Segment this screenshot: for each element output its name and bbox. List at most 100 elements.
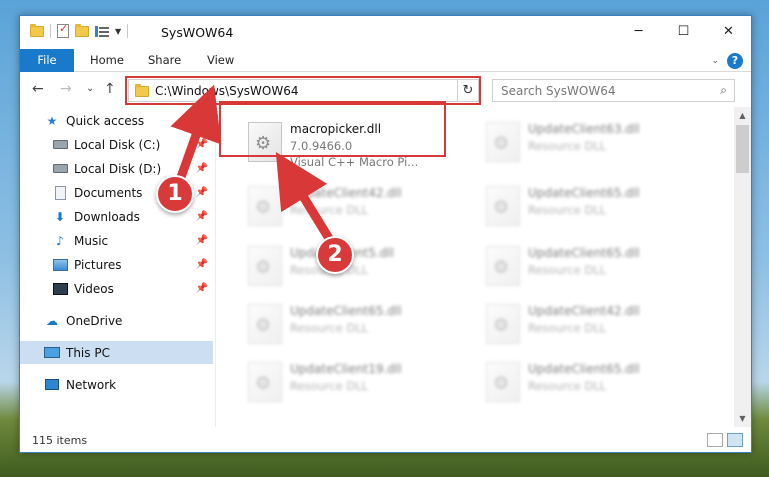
file-highlight-box: [219, 101, 446, 157]
tab-share[interactable]: Share: [148, 49, 181, 72]
sidebar-item-quick-access[interactable]: ★ Quick access: [20, 109, 213, 132]
toolbar-separator: [50, 24, 51, 38]
sidebar-item-local-disk-c[interactable]: Local Disk (C:) 📌: [20, 133, 213, 156]
new-folder-icon[interactable]: [75, 23, 89, 37]
ribbon-tabs: File Home Share View: [20, 49, 751, 72]
videos-icon: [52, 282, 68, 296]
title-bar: ▼ SysWOW64 ─ ☐ ✕: [20, 16, 751, 49]
file-tile[interactable]: UpdateClient42.dll Resource DLL: [240, 176, 465, 234]
sidebar-item-pictures[interactable]: Pictures 📌: [20, 253, 213, 276]
sidebar-item-label: Network: [66, 377, 117, 392]
scroll-up-icon[interactable]: ▲: [734, 107, 751, 124]
file-tile[interactable]: UpdateClient65.dll Resource DLL: [478, 352, 703, 410]
file-name: UpdateClient42.dll: [290, 186, 402, 200]
properties-check-icon[interactable]: [57, 22, 69, 38]
step-badge-2: 2: [316, 236, 354, 274]
sidebar-item-music[interactable]: ♪ Music 📌: [20, 229, 213, 252]
item-count: 115 items: [32, 434, 88, 447]
file-description: Resource DLL: [290, 203, 369, 217]
file-tile[interactable]: UpdateClient5.dll Resource DLL: [240, 236, 465, 294]
ribbon-right-controls: ⌄ ?: [711, 53, 743, 69]
file-name: UpdateClient65.dll: [528, 246, 640, 260]
file-name: UpdateClient65.dll: [528, 362, 640, 376]
dll-file-icon: [486, 362, 520, 402]
back-arrow-icon[interactable]: ←: [32, 81, 44, 97]
navigation-pane: ★ Quick access Local Disk (C:) 📌 Local D…: [20, 107, 215, 427]
minimize-button[interactable]: ─: [616, 16, 661, 46]
file-description: Visual C++ Macro Pi...: [290, 155, 419, 169]
dll-file-icon: [486, 186, 520, 226]
file-name: UpdateClient65.dll: [528, 186, 640, 200]
step-badge-1: 1: [156, 175, 194, 213]
scroll-thumb[interactable]: [736, 125, 749, 173]
dll-file-icon: [248, 362, 282, 402]
pin-icon: 📌: [195, 235, 208, 246]
sidebar-item-network[interactable]: Network: [20, 373, 213, 396]
dll-file-icon: [248, 186, 282, 226]
vertical-scrollbar[interactable]: ▲ ▼: [734, 107, 751, 427]
search-icon[interactable]: ⌕: [720, 83, 727, 98]
dll-file-icon: [486, 122, 520, 162]
sidebar-item-label: Videos: [74, 281, 114, 296]
dll-file-icon: [486, 246, 520, 286]
folder-icon[interactable]: [30, 23, 44, 37]
properties-list-icon[interactable]: [95, 25, 109, 38]
window-controls: ─ ☐ ✕: [616, 16, 751, 46]
computer-icon: [44, 346, 60, 360]
tiles-view-icon[interactable]: [727, 433, 743, 447]
sidebar-item-label: Downloads: [74, 209, 140, 224]
sidebar-item-label: Local Disk (C:): [74, 137, 161, 152]
documents-icon: [52, 185, 68, 200]
sidebar-item-label: Quick access: [66, 113, 145, 128]
star-icon: ★: [46, 113, 58, 128]
pin-icon: 📌: [195, 259, 208, 270]
pin-icon: 📌: [195, 211, 208, 222]
search-input[interactable]: Search SysWOW64 ⌕: [492, 79, 735, 102]
scroll-down-icon[interactable]: ▼: [734, 410, 751, 427]
tab-file[interactable]: File: [20, 49, 74, 72]
file-description: Resource DLL: [290, 321, 369, 335]
disk-icon: [52, 138, 68, 152]
dll-file-icon: [486, 304, 520, 344]
sidebar-item-label: Local Disk (D:): [74, 161, 162, 176]
file-tile[interactable]: UpdateClient63.dll Resource DLL: [478, 112, 703, 170]
file-tile[interactable]: UpdateClient42.dll Resource DLL: [478, 294, 703, 352]
sidebar-item-this-pc[interactable]: This PC: [20, 341, 213, 364]
sidebar-item-videos[interactable]: Videos 📌: [20, 277, 213, 300]
view-toggle: [707, 433, 743, 447]
sidebar-item-onedrive[interactable]: ☁ OneDrive: [20, 309, 213, 332]
pin-icon: 📌: [195, 163, 208, 174]
file-description: Resource DLL: [528, 203, 607, 217]
sidebar-item-label: This PC: [66, 345, 110, 360]
file-description: Resource DLL: [528, 321, 607, 335]
forward-arrow-icon[interactable]: →: [60, 81, 72, 97]
file-tile[interactable]: UpdateClient65.dll Resource DLL: [478, 176, 703, 234]
music-icon: ♪: [56, 233, 64, 248]
expand-ribbon-chevron-icon[interactable]: ⌄: [711, 56, 719, 66]
search-placeholder: Search SysWOW64: [501, 84, 616, 98]
sidebar-item-label: Music: [74, 233, 109, 248]
file-tile[interactable]: UpdateClient65.dll Resource DLL: [240, 294, 465, 352]
maximize-button[interactable]: ☐: [661, 16, 706, 46]
disk-icon: [52, 162, 68, 176]
toolbar-separator: [127, 24, 129, 38]
tab-home[interactable]: Home: [90, 49, 124, 72]
file-description: Resource DLL: [528, 263, 607, 277]
file-tile[interactable]: UpdateClient19.dll Resource DLL: [240, 352, 465, 410]
sidebar-item-label: OneDrive: [66, 313, 123, 328]
up-arrow-icon[interactable]: ↑: [104, 81, 116, 97]
download-icon: ⬇: [54, 209, 66, 224]
help-icon[interactable]: ?: [727, 53, 743, 69]
tab-view[interactable]: View: [207, 49, 234, 72]
cloud-icon: ☁: [46, 313, 58, 328]
customize-toolbar-dropdown-icon[interactable]: ▼: [115, 27, 121, 36]
details-view-icon[interactable]: [707, 433, 723, 447]
close-button[interactable]: ✕: [706, 16, 751, 46]
pin-icon: 📌: [195, 187, 208, 198]
recent-locations-chevron-icon[interactable]: ⌄: [86, 83, 94, 94]
sidebar-item-label: Documents: [74, 185, 143, 200]
file-tile[interactable]: UpdateClient65.dll Resource DLL: [478, 236, 703, 294]
file-name: UpdateClient65.dll: [290, 304, 402, 318]
pictures-icon: [52, 258, 68, 272]
file-description: Resource DLL: [290, 379, 369, 393]
